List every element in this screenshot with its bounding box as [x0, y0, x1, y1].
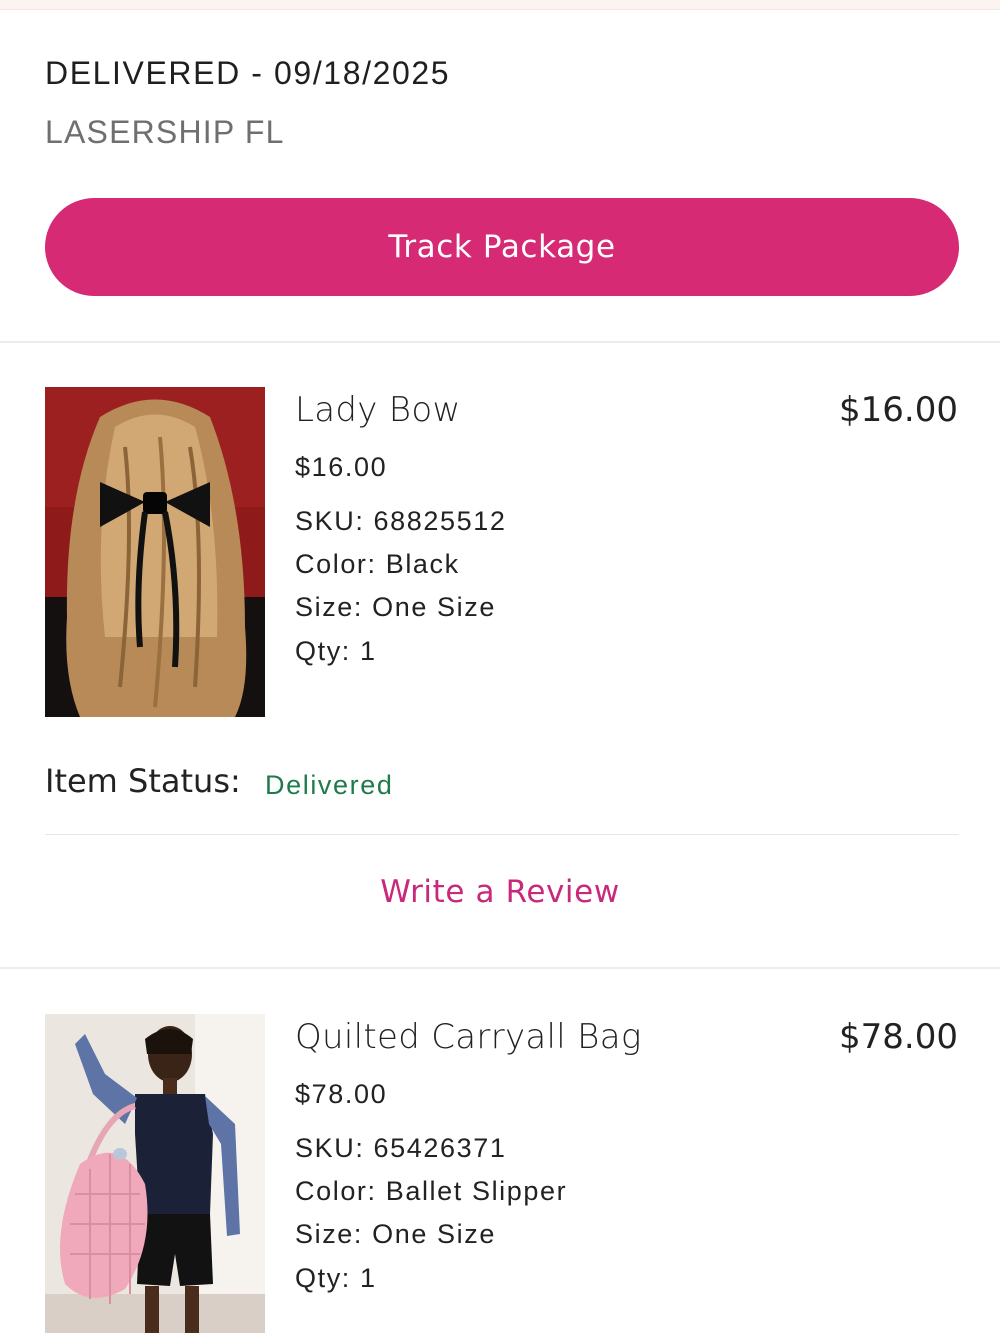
- product-image-lady-bow[interactable]: [45, 387, 265, 717]
- item-size: Size: One Size: [295, 1219, 496, 1249]
- item-sku: SKU: 65426371: [295, 1133, 507, 1163]
- shipment-status: DELIVERED - 09/18/2025: [45, 55, 451, 91]
- item-unit-price: $78.00: [295, 1079, 388, 1109]
- top-edge: [0, 0, 1000, 10]
- item-total-price: $78.00: [839, 1017, 958, 1057]
- item-divider: [45, 834, 959, 835]
- section-divider: [0, 341, 1000, 343]
- section-divider: [0, 967, 1000, 969]
- product-image-quilted-carryall-bag[interactable]: [45, 1014, 265, 1333]
- item-color: Color: Ballet Slipper: [295, 1176, 568, 1206]
- item-quantity: Qty: 1: [295, 1263, 377, 1293]
- item-name[interactable]: Quilted Carryall Bag: [295, 1017, 642, 1057]
- item-status-value: Delivered: [265, 770, 394, 800]
- item-size: Size: One Size: [295, 592, 496, 622]
- write-review-link[interactable]: Write a Review: [0, 874, 1000, 910]
- item-quantity: Qty: 1: [295, 636, 377, 666]
- track-package-button[interactable]: Track Package: [45, 198, 959, 296]
- carrier-name: LASERSHIP FL: [45, 114, 285, 150]
- item-total-price: $16.00: [839, 390, 958, 430]
- item-unit-price: $16.00: [295, 452, 388, 482]
- item-name[interactable]: Lady Bow: [295, 390, 461, 430]
- item-status-label: Item Status:: [45, 762, 241, 800]
- item-color: Color: Black: [295, 549, 460, 579]
- item-sku: SKU: 68825512: [295, 506, 507, 536]
